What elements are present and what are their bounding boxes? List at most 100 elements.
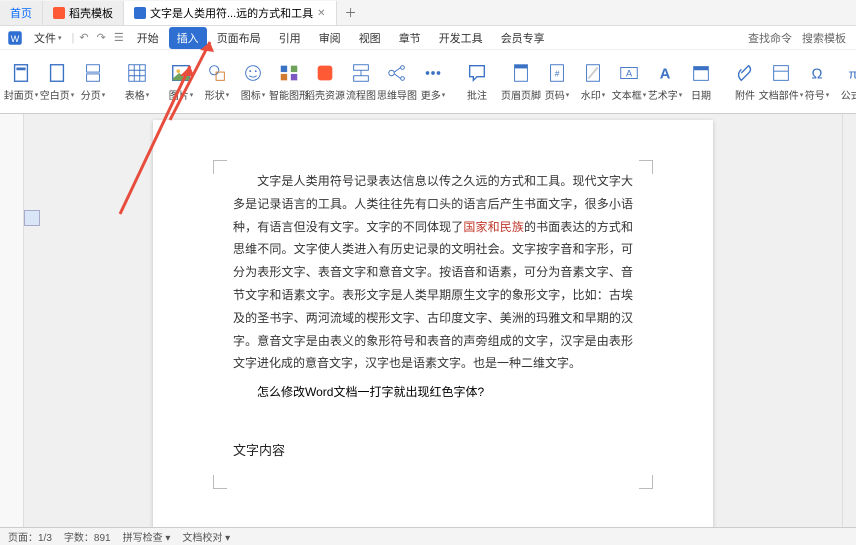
workspace: 文字是人类用符号记录表达信息以传之久远的方式和工具。现代文字大多是记录语言的工具… [0, 114, 856, 527]
undo-icon[interactable]: ↶ [76, 31, 91, 44]
picture-icon [169, 61, 193, 85]
document-page[interactable]: 文字是人类用符号记录表达信息以传之久远的方式和工具。现代文字大多是记录语言的工具… [153, 120, 713, 527]
ribbon-art-button[interactable]: A艺术字▾ [648, 54, 682, 110]
ribbon-label: 艺术字▾ [648, 87, 683, 102]
status-spellcheck[interactable]: 拼写检查 ▾ [123, 529, 171, 544]
document-question[interactable]: 怎么修改Word文档一打字就出现红色字体? [233, 383, 633, 400]
ribbon-table-button[interactable]: 表格▾ [120, 54, 154, 110]
menu-file[interactable]: 文件 ▾ [26, 27, 70, 49]
eq-icon: π [841, 61, 856, 85]
ribbon-eq-button[interactable]: π公式▾ [836, 54, 856, 110]
chevron-down-icon: ▾ [262, 91, 266, 99]
ribbon-symbol-button[interactable]: Ω符号▾ [800, 54, 834, 110]
chevron-down-icon: ▾ [190, 91, 194, 99]
vertical-ruler [0, 114, 24, 527]
pgnum-icon: # [545, 61, 569, 85]
svg-text:A: A [626, 69, 633, 79]
chevron-down-icon: ▾ [643, 91, 647, 99]
ribbon-label: 页眉页脚 [501, 87, 541, 102]
tab-label: 稻壳模板 [69, 5, 113, 21]
margin-corner [639, 475, 653, 489]
tab-label: 文字是人类用符...远的方式和工具 [150, 5, 313, 21]
tab-home[interactable]: 首页 [0, 1, 43, 25]
ribbon-mind-button[interactable]: 思维导图 [380, 54, 414, 110]
ribbon-insert: 封面页▾空白页▾分页▾ 表格▾ 图片▾ 形状▾ 图标▾智能图形稻壳资源流程图思维导图更多… [0, 50, 856, 114]
menu-start[interactable]: 开始 [129, 27, 167, 49]
ribbon-pgnum-button[interactable]: # 页码▾ [540, 54, 574, 110]
more-icon [421, 61, 445, 85]
red-text: 国家和民族 [463, 220, 524, 234]
ribbon-label: 空白页▾ [40, 87, 75, 102]
ribbon-shape-button[interactable]: 形状▾ [200, 54, 234, 110]
menu-section[interactable]: 章节 [391, 27, 429, 49]
chevron-down-icon: ▾ [679, 91, 683, 99]
cover-icon [9, 61, 33, 85]
svg-text:π: π [849, 67, 856, 82]
chevron-down-icon: ▾ [602, 91, 606, 99]
tab-document-active[interactable]: 文字是人类用符...远的方式和工具 ✕ [124, 1, 337, 25]
ribbon-blank-button[interactable]: 空白页▾ [40, 54, 74, 110]
chevron-down-icon: ▾ [102, 91, 106, 99]
navigation-pane-icon[interactable] [24, 210, 40, 226]
docer-icon [53, 7, 65, 19]
ribbon-label: 图标▾ [241, 87, 266, 102]
ribbon-cover-button[interactable]: 封面页▾ [4, 54, 38, 110]
status-page[interactable]: 页面：1/3 [8, 529, 52, 544]
ribbon-header-button[interactable]: 页眉页脚 [504, 54, 538, 110]
redo-icon[interactable]: ↷ [94, 31, 109, 44]
tab-add-button[interactable]: ＋ [337, 0, 365, 25]
menu-label: 文件 [34, 30, 56, 46]
vertical-scrollbar[interactable] [842, 114, 856, 527]
search-command[interactable]: 查找命令 [748, 30, 792, 46]
ribbon-label: 日期 [691, 87, 711, 102]
ribbon-label: 文本框▾ [612, 87, 647, 102]
status-bar: 页面：1/3 字数：891 拼写检查 ▾ 文档校对 ▾ [0, 527, 856, 545]
ribbon-label: 智能图形 [269, 87, 309, 102]
menu-layout[interactable]: 页面布局 [209, 27, 269, 49]
document-tabs: 首页 稻壳模板 文字是人类用符...远的方式和工具 ✕ ＋ [0, 0, 365, 25]
ribbon-more-button[interactable]: 更多▾ [416, 54, 450, 110]
menu-member[interactable]: 会员专享 [493, 27, 553, 49]
status-words[interactable]: 字数：891 [64, 529, 111, 544]
ribbon-label: 符号▾ [805, 87, 830, 102]
date-icon [689, 61, 713, 85]
icons-icon [241, 61, 265, 85]
svg-text:#: # [555, 70, 560, 79]
ribbon-icons-button[interactable]: 图标▾ [236, 54, 270, 110]
ribbon-date-button[interactable]: 日期 [684, 54, 718, 110]
attach-icon [733, 61, 757, 85]
ribbon-label: 思维导图 [377, 87, 417, 102]
ribbon-label: 形状▾ [205, 87, 230, 102]
ribbon-label: 批注 [467, 87, 487, 102]
document-paragraph[interactable]: 文字是人类用符号记录表达信息以传之久远的方式和工具。现代文字大多是记录语言的工具… [233, 170, 633, 375]
ribbon-textbox-button[interactable]: A 文本框▾ [612, 54, 646, 110]
save-icon[interactable]: ☰ [111, 31, 127, 44]
menu-view[interactable]: 视图 [351, 27, 389, 49]
ribbon-wm-button[interactable]: 水印▾ [576, 54, 610, 110]
ribbon-field-button[interactable]: 文档部件▾ [764, 54, 798, 110]
ribbon-docer-button[interactable]: 稻壳资源 [308, 54, 342, 110]
search-template[interactable]: 搜索模板 [802, 30, 846, 46]
ribbon-break-button[interactable]: 分页▾ [76, 54, 110, 110]
menu-review[interactable]: 审阅 [311, 27, 349, 49]
close-icon[interactable]: ✕ [317, 8, 325, 19]
document-area[interactable]: 文字是人类用符号记录表达信息以传之久远的方式和工具。现代文字大多是记录语言的工具… [24, 114, 842, 527]
ribbon-label: 水印▾ [581, 87, 606, 102]
menu-devtools[interactable]: 开发工具 [431, 27, 491, 49]
menu-insert[interactable]: 插入 [169, 27, 207, 49]
menu-references[interactable]: 引用 [271, 27, 309, 49]
ribbon-picture-button[interactable]: 图片▾ [164, 54, 198, 110]
ribbon-smart-button[interactable]: 智能图形 [272, 54, 306, 110]
tab-docer[interactable]: 稻壳模板 [43, 1, 124, 25]
ribbon-label: 文档部件▾ [759, 87, 804, 102]
ribbon-flow-button[interactable]: 流程图 [344, 54, 378, 110]
ribbon-attach-button[interactable]: 附件 [728, 54, 762, 110]
mind-icon [385, 61, 409, 85]
ribbon-comment-button[interactable]: 批注 [460, 54, 494, 110]
chevron-down-icon: ▾ [71, 91, 75, 99]
table-icon [125, 61, 149, 85]
ribbon-label: 页码▾ [545, 87, 570, 102]
title-bar: 首页 稻壳模板 文字是人类用符...远的方式和工具 ✕ ＋ [0, 0, 856, 26]
status-doccheck[interactable]: 文档校对 ▾ [182, 529, 230, 544]
document-subheading[interactable]: 文字内容 [233, 440, 633, 459]
